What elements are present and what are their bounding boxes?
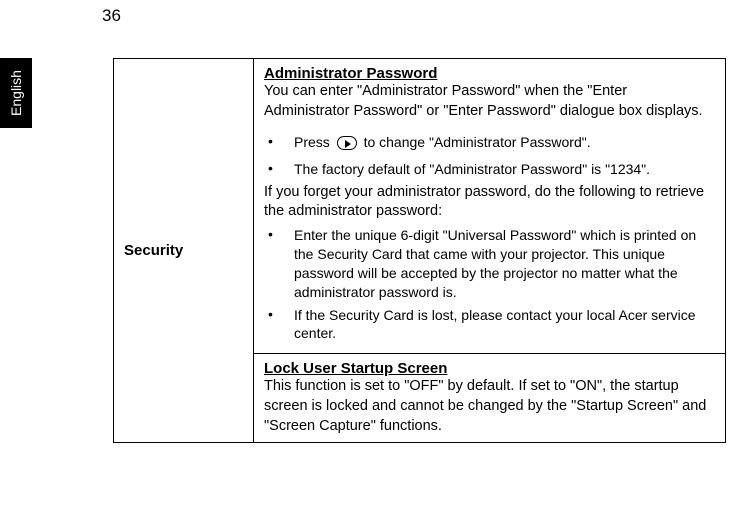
bullet1-pre: Press (294, 134, 334, 150)
bullet-item: • If the Security Card is lost, please c… (264, 306, 715, 344)
manual-table: Security Administrator Password You can … (113, 58, 726, 443)
admin-password-intro: You can enter "Administrator Password" w… (264, 82, 715, 121)
bullet-item: • Enter the unique 6-digit "Universal Pa… (264, 226, 715, 302)
row-label: Security (124, 242, 183, 259)
bullet-item: • Press to change "Administrator Passwor… (264, 133, 715, 152)
bullet-item: • The factory default of "Administrator … (264, 160, 715, 179)
bullet-mark: • (264, 160, 294, 176)
forgot-text: If you forget your administrator passwor… (264, 183, 715, 222)
play-icon (337, 136, 357, 150)
page-number: 36 (102, 6, 121, 26)
bullet-text: The factory default of "Administrator Pa… (294, 160, 715, 179)
admin-password-heading: Administrator Password (264, 65, 715, 82)
row-label-cell: Security (114, 59, 254, 443)
language-tab-label: English (8, 70, 24, 116)
bullet-mark: • (264, 306, 294, 322)
bullet-text: Press to change "Administrator Password"… (294, 133, 715, 152)
bullet-text: Enter the unique 6-digit "Universal Pass… (294, 226, 715, 302)
lock-startup-body: This function is set to "OFF" by default… (264, 377, 715, 436)
bullet-text: If the Security Card is lost, please con… (294, 306, 715, 344)
table-row: Security Administrator Password You can … (114, 59, 726, 354)
bullet-mark: • (264, 226, 294, 242)
bullet1-post: to change "Administrator Password". (360, 134, 591, 150)
language-tab: English (0, 58, 32, 128)
lock-startup-heading: Lock User Startup Screen (264, 360, 715, 377)
bullet-mark: • (264, 133, 294, 149)
cell-lock-startup: Lock User Startup Screen This function i… (254, 354, 726, 443)
cell-admin-password: Administrator Password You can enter "Ad… (254, 59, 726, 354)
